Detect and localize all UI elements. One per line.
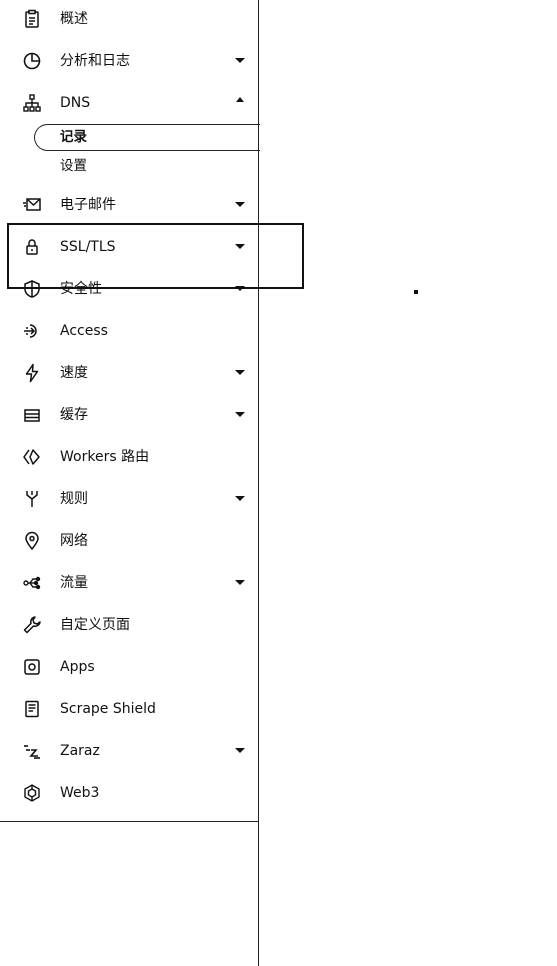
sidebar-nav: 概述 分析和日志 DNS 记录 设置 电子邮件 SSL/TLS 安全性 Acce… bbox=[0, 0, 260, 966]
sidebar-item-dns[interactable]: DNS bbox=[0, 82, 259, 124]
chevron-down-icon[interactable] bbox=[235, 580, 245, 585]
highlight-annotation-box bbox=[7, 223, 304, 289]
rules-fork-icon bbox=[22, 489, 42, 509]
sidebar-item-label: DNS bbox=[60, 95, 91, 111]
sitemap-icon bbox=[22, 93, 42, 113]
sidebar-item-label: 电子邮件 bbox=[60, 197, 116, 213]
pie-chart-icon bbox=[22, 51, 42, 71]
clipboard-icon bbox=[22, 9, 42, 29]
sidebar-item-email[interactable]: 电子邮件 bbox=[0, 184, 259, 226]
cursor-dot bbox=[414, 290, 418, 294]
location-pin-icon bbox=[22, 531, 42, 551]
sidebar-item-zaraz[interactable]: Zaraz bbox=[0, 730, 259, 772]
wrench-icon bbox=[22, 615, 42, 635]
chevron-down-icon[interactable] bbox=[235, 202, 245, 207]
sidebar-item-cache[interactable]: 缓存 bbox=[0, 394, 259, 436]
chevron-down-icon[interactable] bbox=[235, 748, 245, 753]
workers-icon bbox=[22, 447, 42, 467]
sidebar-item-label: Apps bbox=[60, 659, 95, 675]
cache-drive-icon bbox=[22, 405, 42, 425]
sidebar-item-label: 规则 bbox=[60, 491, 88, 507]
apps-icon bbox=[22, 657, 42, 677]
sidebar-item-analytics[interactable]: 分析和日志 bbox=[0, 40, 259, 82]
sidebar-item-scrape-shield[interactable]: Scrape Shield bbox=[0, 688, 259, 730]
chevron-down-icon[interactable] bbox=[235, 412, 245, 417]
sidebar-item-label: Access bbox=[60, 323, 108, 339]
sidebar-item-label: Zaraz bbox=[60, 743, 100, 759]
document-icon bbox=[22, 699, 42, 719]
access-icon bbox=[22, 321, 42, 341]
sidebar-item-label: Web3 bbox=[60, 785, 100, 801]
web3-icon bbox=[22, 783, 42, 803]
sidebar-item-label: 分析和日志 bbox=[60, 53, 130, 69]
traffic-icon bbox=[22, 573, 42, 593]
sidebar-divider bbox=[0, 821, 259, 822]
sidebar-item-overview[interactable]: 概述 bbox=[0, 0, 259, 40]
sidebar-item-workers-routes[interactable]: Workers 路由 bbox=[0, 436, 259, 478]
sidebar-item-label: Workers 路由 bbox=[60, 449, 150, 465]
sidebar-item-label: 概述 bbox=[60, 11, 88, 27]
sidebar-item-access[interactable]: Access bbox=[0, 310, 259, 352]
chevron-up-icon[interactable] bbox=[236, 97, 244, 102]
zaraz-icon bbox=[22, 741, 42, 761]
chevron-down-icon[interactable] bbox=[235, 496, 245, 501]
sidebar-item-label: 自定义页面 bbox=[60, 617, 130, 633]
sidebar-item-rules[interactable]: 规则 bbox=[0, 478, 259, 520]
sidebar-item-label: 流量 bbox=[60, 575, 88, 591]
sidebar-subitem-settings[interactable]: 设置 bbox=[60, 152, 87, 180]
sidebar-item-apps[interactable]: Apps bbox=[0, 646, 259, 688]
sidebar-item-label: 速度 bbox=[60, 365, 88, 381]
sidebar-item-label: 网络 bbox=[60, 533, 88, 549]
email-icon bbox=[22, 195, 42, 215]
sidebar-item-custom-pages[interactable]: 自定义页面 bbox=[0, 604, 259, 646]
sidebar-item-web3[interactable]: Web3 bbox=[0, 772, 259, 814]
chevron-down-icon[interactable] bbox=[235, 58, 245, 63]
lightning-icon bbox=[22, 363, 42, 383]
sidebar-item-label: Scrape Shield bbox=[60, 701, 156, 717]
sidebar-item-network[interactable]: 网络 bbox=[0, 520, 259, 562]
chevron-down-icon[interactable] bbox=[235, 370, 245, 375]
sidebar-item-speed[interactable]: 速度 bbox=[0, 352, 259, 394]
sidebar-subitem-records[interactable]: 记录 bbox=[60, 124, 87, 151]
sidebar-item-traffic[interactable]: 流量 bbox=[0, 562, 259, 604]
sidebar-item-label: 缓存 bbox=[60, 407, 88, 423]
